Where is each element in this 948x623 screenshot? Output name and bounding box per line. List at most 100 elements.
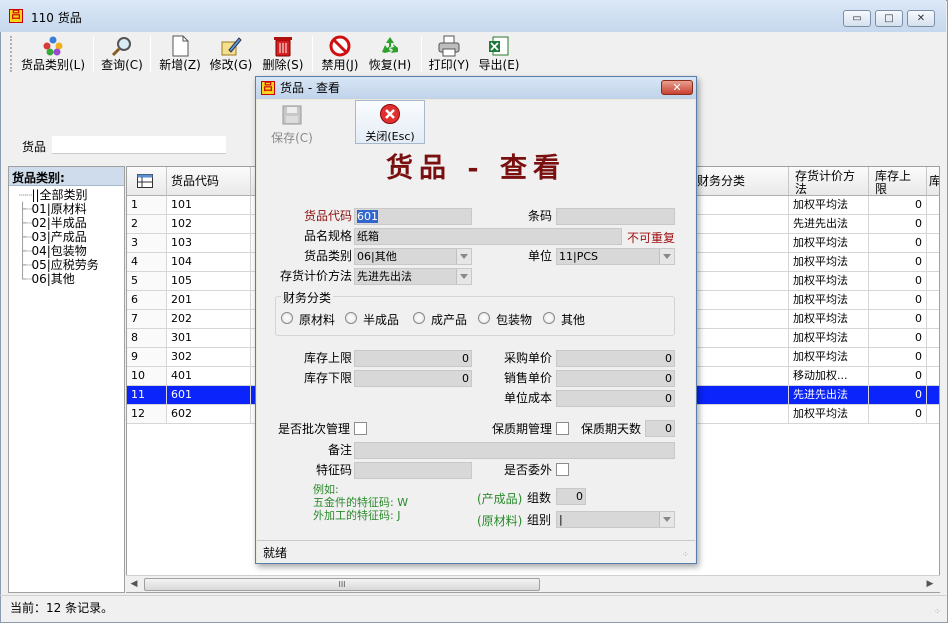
cell-valuation[interactable]: 移动加权...	[789, 367, 869, 386]
cell-valuation[interactable]: 先进先出法	[789, 215, 869, 234]
cell[interactable]	[927, 386, 939, 405]
tree-item-03[interactable]: ├┈03|产成品	[19, 230, 87, 244]
dialog-save-button[interactable]: 保存(C)	[262, 102, 322, 145]
cell-valuation[interactable]: 加权平均法	[789, 196, 869, 215]
cell[interactable]	[693, 405, 789, 424]
tree-item-04[interactable]: ├┈04|包装物	[19, 244, 87, 258]
tree-item-all[interactable]: ┈┈||全部类别	[19, 188, 88, 202]
edit-button[interactable]: 修改(G)	[207, 32, 255, 76]
cell[interactable]	[927, 215, 939, 234]
cell-upper[interactable]: 0	[869, 367, 927, 386]
cell[interactable]	[693, 348, 789, 367]
restore-button[interactable]: 恢复(H)	[366, 32, 414, 76]
memo-field[interactable]	[354, 442, 675, 459]
cell-code[interactable]: 601	[167, 386, 251, 405]
category-select[interactable]: 06|其他	[354, 248, 472, 265]
outsource-checkbox[interactable]	[556, 463, 569, 476]
cell-upper[interactable]: 0	[869, 405, 927, 424]
cell[interactable]	[693, 329, 789, 348]
cell[interactable]	[927, 310, 939, 329]
shelf-life-checkbox[interactable]	[556, 422, 569, 435]
grid-header-code[interactable]: 货品代码	[167, 167, 251, 196]
goods-search-input[interactable]	[52, 136, 226, 154]
cell-upper[interactable]: 0	[869, 196, 927, 215]
cell[interactable]	[693, 196, 789, 215]
cell-no[interactable]: 12	[127, 405, 167, 424]
grid-header-valuation[interactable]: 存货计价方法	[789, 167, 869, 196]
cell-upper[interactable]: 0	[869, 348, 927, 367]
cell[interactable]	[927, 272, 939, 291]
cell-no[interactable]: 8	[127, 329, 167, 348]
cell-no[interactable]: 11	[127, 386, 167, 405]
cell[interactable]	[927, 253, 939, 272]
cell[interactable]	[927, 329, 939, 348]
tree-item-01[interactable]: ├┈01|原材料	[19, 202, 87, 216]
group-count-field[interactable]: 0	[556, 488, 586, 505]
cell-upper[interactable]: 0	[869, 291, 927, 310]
minimize-button[interactable]: ▭	[843, 10, 871, 27]
cell-code[interactable]: 301	[167, 329, 251, 348]
cell-no[interactable]: 1	[127, 196, 167, 215]
disable-button[interactable]: 禁用(J)	[316, 32, 364, 76]
scroll-thumb[interactable]: III	[144, 578, 540, 591]
cell-valuation[interactable]: 加权平均法	[789, 405, 869, 424]
resize-grip-icon[interactable]: ⁘	[934, 608, 941, 616]
tree-item-02[interactable]: ├┈02|半成品	[19, 216, 87, 230]
grid-header-extra[interactable]: 库	[927, 167, 939, 196]
cell[interactable]	[927, 234, 939, 253]
cell-no[interactable]: 9	[127, 348, 167, 367]
group-select[interactable]: |	[556, 511, 675, 528]
cell-no[interactable]: 6	[127, 291, 167, 310]
cell-no[interactable]: 3	[127, 234, 167, 253]
grid-header-finance[interactable]: 财务分类	[693, 167, 789, 196]
cell[interactable]	[693, 310, 789, 329]
cell-no[interactable]: 10	[127, 367, 167, 386]
dialog-close-button[interactable]: 关闭(Esc)	[355, 100, 425, 144]
export-button[interactable]: 导出(E)	[475, 32, 523, 76]
cell-code[interactable]: 201	[167, 291, 251, 310]
cell-valuation[interactable]: 加权平均法	[789, 310, 869, 329]
cell[interactable]	[693, 234, 789, 253]
stock-lower-field[interactable]: 0	[354, 370, 472, 387]
cell-code[interactable]: 602	[167, 405, 251, 424]
cell-no[interactable]: 2	[127, 215, 167, 234]
cell-no[interactable]: 4	[127, 253, 167, 272]
unit-cost-field[interactable]: 0	[556, 390, 675, 407]
cell-code[interactable]: 202	[167, 310, 251, 329]
cell[interactable]	[927, 348, 939, 367]
cell-valuation[interactable]: 加权平均法	[789, 329, 869, 348]
cell[interactable]	[927, 367, 939, 386]
cell-code[interactable]: 102	[167, 215, 251, 234]
scroll-right-icon[interactable]: ▶	[922, 577, 938, 592]
cell-upper[interactable]: 0	[869, 272, 927, 291]
shelf-days-field[interactable]: 0	[645, 420, 675, 437]
valuation-select[interactable]: 先进先出法	[354, 268, 472, 285]
cell-code[interactable]: 302	[167, 348, 251, 367]
code-field[interactable]: 601	[354, 208, 472, 225]
cell-no[interactable]: 5	[127, 272, 167, 291]
scroll-left-icon[interactable]: ◀	[126, 577, 142, 592]
cell[interactable]	[693, 215, 789, 234]
cell-upper[interactable]: 0	[869, 310, 927, 329]
delete-button[interactable]: 删除(S)	[259, 32, 307, 76]
tree-item-05[interactable]: ├┈05|应税劳务	[19, 258, 99, 272]
cell-code[interactable]: 401	[167, 367, 251, 386]
cell-valuation[interactable]: 先进先出法	[789, 386, 869, 405]
maximize-button[interactable]: □	[875, 10, 903, 27]
cell-upper[interactable]: 0	[869, 234, 927, 253]
dialog-close-x-button[interactable]: ✕	[661, 80, 693, 95]
cell-code[interactable]: 103	[167, 234, 251, 253]
cell-code[interactable]: 105	[167, 272, 251, 291]
stock-upper-field[interactable]: 0	[354, 350, 472, 367]
feature-code-field[interactable]	[354, 462, 472, 479]
cell[interactable]	[693, 386, 789, 405]
dialog-resize-grip-icon[interactable]: ⁘	[682, 551, 689, 559]
cell-upper[interactable]: 0	[869, 386, 927, 405]
category-button[interactable]: 货品类别(L)	[16, 32, 90, 76]
new-button[interactable]: 新增(Z)	[156, 32, 204, 76]
horizontal-scrollbar[interactable]: ◀ III ▶	[126, 575, 940, 592]
search-button[interactable]: 查询(C)	[98, 32, 146, 76]
sale-price-field[interactable]: 0	[556, 370, 675, 387]
barcode-field[interactable]	[556, 208, 675, 225]
cell-valuation[interactable]: 加权平均法	[789, 291, 869, 310]
